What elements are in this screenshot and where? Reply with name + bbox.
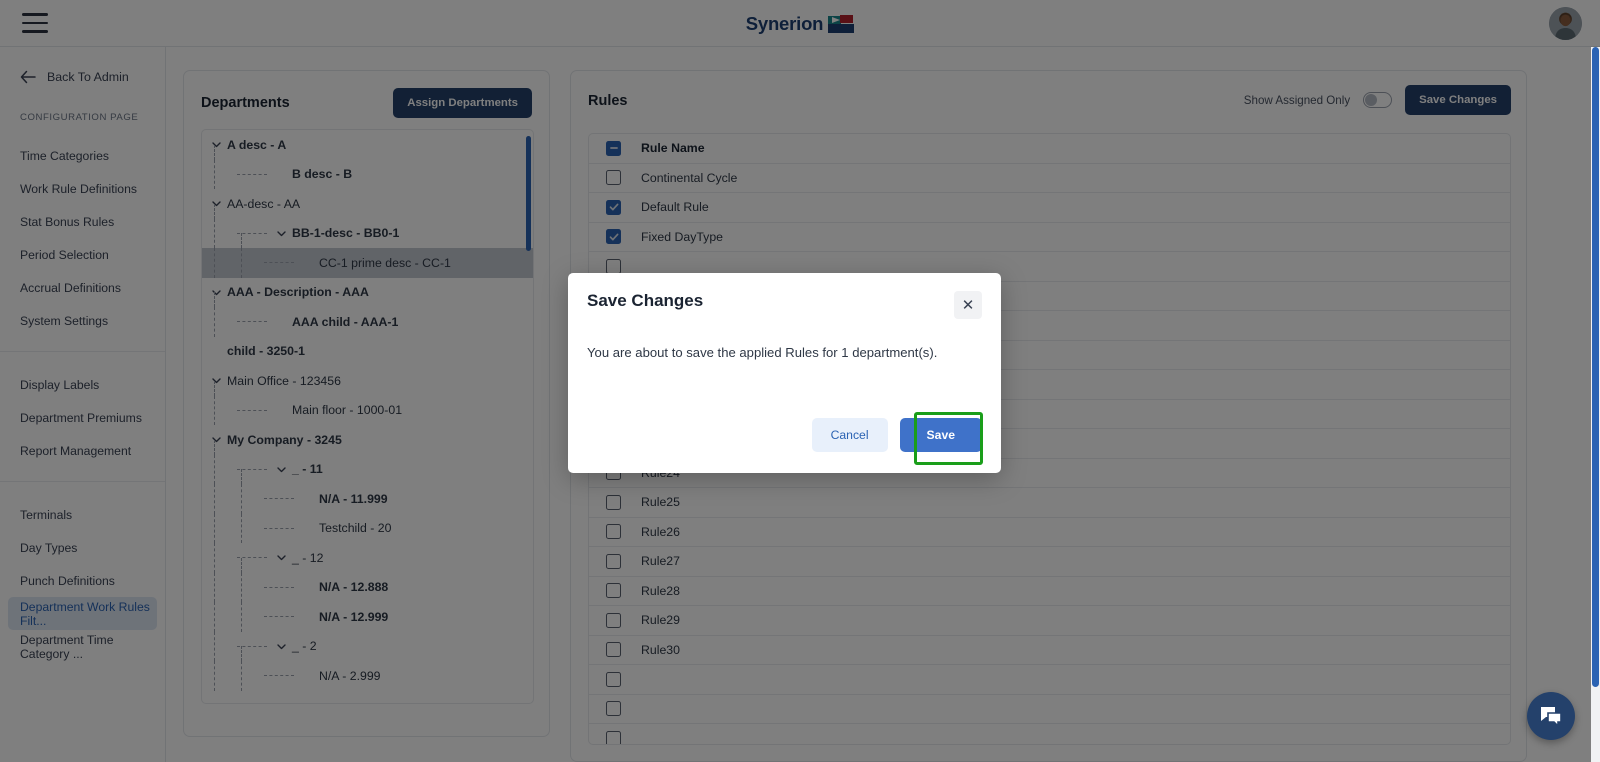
dialog-header: Save Changes ✕: [568, 273, 1001, 319]
chat-bubbles-icon[interactable]: [1527, 692, 1575, 740]
dialog-footer: Cancel Save: [811, 418, 982, 452]
close-icon[interactable]: ✕: [954, 291, 982, 319]
app-root: Synerion: [0, 0, 1600, 762]
save-button[interactable]: Save: [899, 418, 982, 452]
dialog-message: You are about to save the applied Rules …: [587, 345, 938, 360]
page-scrollbar[interactable]: [1591, 47, 1600, 762]
cancel-button[interactable]: Cancel: [811, 418, 888, 452]
dialog-title: Save Changes: [587, 291, 704, 310]
page-scrollbar-thumb[interactable]: [1592, 47, 1599, 687]
save-changes-dialog: Save Changes ✕ You are about to save the…: [568, 273, 1001, 473]
